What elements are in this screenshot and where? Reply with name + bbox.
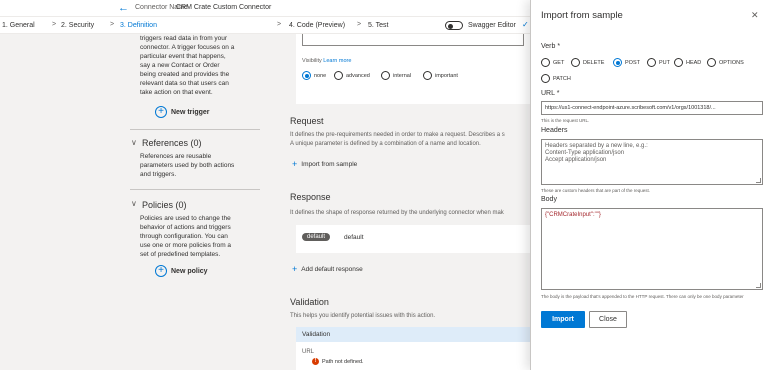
visibility-advanced-radio[interactable]: advanced bbox=[334, 71, 370, 80]
close-icon[interactable]: ✕ bbox=[751, 10, 759, 21]
check-icon: ✓ bbox=[522, 20, 529, 29]
close-button[interactable]: Close bbox=[589, 311, 627, 328]
swagger-editor-toggle[interactable] bbox=[445, 21, 463, 30]
verb-post-radio[interactable]: POST bbox=[613, 58, 640, 67]
plus-circle-icon: + bbox=[155, 106, 167, 118]
policies-description: Policies are used to change the behavior… bbox=[140, 215, 232, 258]
plus-circle-icon: + bbox=[155, 265, 167, 277]
import-from-sample-button[interactable]: + Import from sample bbox=[292, 159, 357, 169]
validation-card-header: Validation bbox=[296, 327, 530, 342]
radio-icon bbox=[541, 58, 550, 67]
description-field[interactable] bbox=[302, 34, 524, 46]
radio-selected-icon bbox=[302, 71, 311, 80]
step-definition[interactable]: 3. Definition bbox=[120, 22, 157, 29]
references-heading: References (0) bbox=[142, 138, 202, 148]
headers-hint: These are custom headers that are part o… bbox=[541, 188, 651, 193]
verb-label: Verb * bbox=[541, 43, 561, 50]
url-label: URL bbox=[302, 349, 315, 355]
url-label: URL * bbox=[541, 90, 560, 97]
new-trigger-button[interactable]: + New trigger bbox=[155, 106, 210, 118]
definition-panel: Visibility Learn more none advanced inte… bbox=[290, 34, 530, 370]
radio-icon bbox=[674, 58, 683, 67]
import-button[interactable]: Import bbox=[541, 311, 585, 328]
references-description: References are reusable parameters used … bbox=[140, 153, 235, 178]
radio-icon bbox=[647, 58, 656, 67]
trigger-description: triggers read data in from your connecto… bbox=[140, 35, 235, 96]
response-title: Response bbox=[290, 192, 331, 202]
plus-icon: + bbox=[292, 264, 298, 274]
visibility-label-row: Visibility Learn more bbox=[302, 58, 352, 64]
validation-title: Validation bbox=[290, 297, 329, 307]
resize-handle-icon[interactable] bbox=[756, 283, 761, 288]
chevron-right-icon: > bbox=[110, 21, 115, 28]
radio-icon bbox=[541, 74, 550, 83]
resize-handle-icon[interactable] bbox=[756, 178, 761, 183]
body-label: Body bbox=[541, 196, 557, 203]
panel-title: Import from sample bbox=[541, 10, 623, 21]
new-policy-button[interactable]: + New policy bbox=[155, 265, 208, 277]
chevron-down-icon[interactable]: ∨ bbox=[131, 138, 137, 147]
chevron-right-icon: > bbox=[277, 21, 282, 28]
verb-get-radio[interactable]: GET bbox=[541, 58, 564, 67]
radio-icon bbox=[381, 71, 390, 80]
add-default-response-button[interactable]: + Add default response bbox=[292, 264, 363, 274]
visibility-card: Visibility Learn more none advanced inte… bbox=[296, 34, 530, 104]
step-code-preview[interactable]: 4. Code (Preview) bbox=[289, 22, 345, 29]
body-hint: The body is the payload that's appended … bbox=[541, 294, 744, 299]
headers-textarea[interactable]: Headers separated by a new line, e.g.: C… bbox=[541, 139, 763, 185]
wizard-steps: 1. General > 2. Security > 3. Definition… bbox=[0, 17, 540, 34]
path-error: ! Path not defined. bbox=[312, 358, 364, 365]
validation-description: This helps you identify potential issues… bbox=[290, 313, 436, 319]
error-icon: ! bbox=[312, 358, 319, 365]
plus-icon: + bbox=[292, 159, 298, 169]
verb-head-radio[interactable]: HEAD bbox=[674, 58, 701, 67]
verb-options-radio[interactable]: OPTIONS bbox=[707, 58, 744, 67]
visibility-none-radio[interactable]: none bbox=[302, 71, 326, 80]
visibility-important-radio[interactable]: important bbox=[423, 71, 458, 80]
chevron-right-icon: > bbox=[52, 21, 57, 28]
radio-icon bbox=[423, 71, 432, 80]
divider bbox=[130, 189, 260, 190]
default-response-label: default bbox=[344, 234, 364, 241]
step-test[interactable]: 5. Test bbox=[368, 22, 389, 29]
request-description: It defines the pre-requirements needed i… bbox=[290, 132, 505, 138]
radio-icon bbox=[707, 58, 716, 67]
back-arrow-icon[interactable]: ← bbox=[118, 2, 129, 14]
request-description-2: A unique parameter is defined by a combi… bbox=[290, 141, 481, 147]
request-title: Request bbox=[290, 116, 324, 126]
visibility-internal-radio[interactable]: internal bbox=[381, 71, 411, 80]
swagger-editor-label: Swagger Editor bbox=[468, 22, 516, 29]
verb-delete-radio[interactable]: DELETE bbox=[571, 58, 604, 67]
left-panel: triggers read data in from your connecto… bbox=[0, 34, 290, 370]
step-general[interactable]: 1. General bbox=[2, 22, 35, 29]
radio-icon bbox=[571, 58, 580, 67]
url-input[interactable]: https://us1-connect-endpoint-azure.scrib… bbox=[541, 101, 763, 115]
verb-patch-radio[interactable]: PATCH bbox=[541, 74, 571, 83]
radio-selected-icon bbox=[613, 58, 622, 67]
headers-label: Headers bbox=[541, 127, 568, 134]
url-hint: This is the request URL. bbox=[541, 118, 590, 123]
response-card: default default bbox=[296, 225, 530, 253]
verb-put-radio[interactable]: PUT bbox=[647, 58, 670, 67]
response-description: It defines the shape of response returne… bbox=[290, 210, 504, 216]
policies-heading: Policies (0) bbox=[142, 200, 187, 210]
divider bbox=[130, 129, 260, 130]
chevron-down-icon[interactable]: ∨ bbox=[131, 199, 137, 208]
import-from-sample-panel: Import from sample ✕ Verb * GET DELETE P… bbox=[530, 0, 768, 370]
default-response-badge[interactable]: default bbox=[302, 233, 331, 241]
radio-icon bbox=[334, 71, 343, 80]
chevron-right-icon: > bbox=[357, 21, 362, 28]
connector-name-value: CRM Crate Custom Connector bbox=[176, 4, 272, 11]
learn-more-link[interactable]: Learn more bbox=[323, 58, 351, 64]
body-textarea[interactable]: {"CRMCrateInput":""} bbox=[541, 208, 763, 290]
step-security[interactable]: 2. Security bbox=[61, 22, 94, 29]
validation-card: Validation URL ! Path not defined. bbox=[296, 327, 530, 370]
